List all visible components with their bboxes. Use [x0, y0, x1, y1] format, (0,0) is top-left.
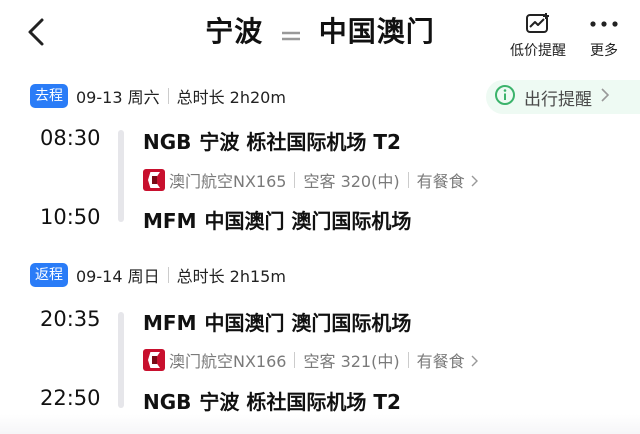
airport-code: MFM [143, 209, 197, 233]
meal-info[interactable]: 有餐食 [417, 168, 480, 192]
aircraft-type[interactable]: 空客 320(中) [303, 168, 399, 192]
more-button[interactable]: 更多 [584, 12, 624, 60]
return-tag: 返程 [30, 263, 68, 287]
divider [167, 88, 169, 104]
divider [294, 352, 296, 368]
outbound-arr-airport: MFM 中国澳门 澳门国际机场 [143, 205, 411, 234]
divider [294, 172, 296, 188]
airport-name: 宁波 栎社国际机场 T2 [199, 130, 401, 154]
divider [407, 352, 409, 368]
aircraft-type[interactable]: 空客 321(中) [303, 348, 399, 372]
outbound-timeline [118, 130, 124, 222]
meal-label: 有餐食 [416, 352, 465, 371]
outbound-date: 09-13 周六 [76, 88, 160, 107]
bottom-fade [0, 414, 640, 434]
chevron-right-icon [471, 355, 478, 367]
airline-flight: 澳门航空NX165 [169, 172, 287, 191]
outbound-dep-time: 08:30 [40, 126, 101, 150]
outbound-flight-info: 澳门航空NX165 空客 320(中) 有餐食 [143, 167, 480, 193]
destination-city: 中国澳门 [318, 15, 435, 48]
chevron-right-icon [471, 175, 478, 187]
return-dep-airport: MFM 中国澳门 澳门国际机场 [143, 307, 411, 336]
airport-name: 宁波 栎社国际机场 T2 [199, 390, 401, 414]
return-date: 09-14 周日 [76, 267, 160, 286]
travel-reminder-button[interactable]: 出行提醒 [486, 80, 640, 114]
price-chart-icon [506, 12, 570, 36]
divider [167, 267, 169, 283]
chevron-right-icon [600, 87, 610, 108]
origin-city: 宁波 [205, 15, 264, 48]
airline-flight: 澳门航空NX166 [169, 352, 287, 371]
meal-label: 有餐食 [416, 172, 465, 191]
top-bar: 宁波 中国澳门 低价提醒 更多 [0, 0, 640, 66]
airport-name: 中国澳门 澳门国际机场 [204, 311, 412, 335]
airline-logo [143, 169, 165, 191]
airport-name: 中国澳门 澳门国际机场 [204, 209, 412, 233]
outbound-header: 去程 09-13 周六 总时长 2h20m [30, 82, 286, 110]
travel-reminder-label: 出行提醒 [524, 89, 592, 110]
return-dep-time: 20:35 [40, 307, 101, 331]
info-icon [494, 84, 516, 111]
price-alert-button[interactable]: 低价提醒 [506, 12, 570, 60]
outbound-tag: 去程 [30, 84, 68, 108]
outbound-arr-time: 10:50 [40, 205, 101, 229]
return-duration: 总时长 2h15m [176, 267, 286, 286]
return-flight-info: 澳门航空NX166 空客 321(中) 有餐食 [143, 347, 480, 373]
airport-code: MFM [143, 311, 197, 335]
more-dots-icon [584, 12, 624, 36]
return-arr-time: 22:50 [40, 386, 101, 410]
meal-info[interactable]: 有餐食 [417, 348, 480, 372]
price-alert-label: 低价提醒 [510, 43, 566, 59]
more-label: 更多 [590, 43, 618, 59]
round-trip-icon [280, 17, 302, 50]
airport-code: NGB [143, 130, 192, 154]
return-timeline [118, 312, 124, 408]
return-header: 返程 09-14 周日 总时长 2h15m [30, 261, 286, 289]
outbound-duration: 总时长 2h20m [176, 88, 286, 107]
airline-logo [143, 349, 165, 371]
airport-code: NGB [143, 390, 192, 414]
divider [407, 172, 409, 188]
outbound-dep-airport: NGB 宁波 栎社国际机场 T2 [143, 126, 401, 155]
return-arr-airport: NGB 宁波 栎社国际机场 T2 [143, 386, 401, 415]
